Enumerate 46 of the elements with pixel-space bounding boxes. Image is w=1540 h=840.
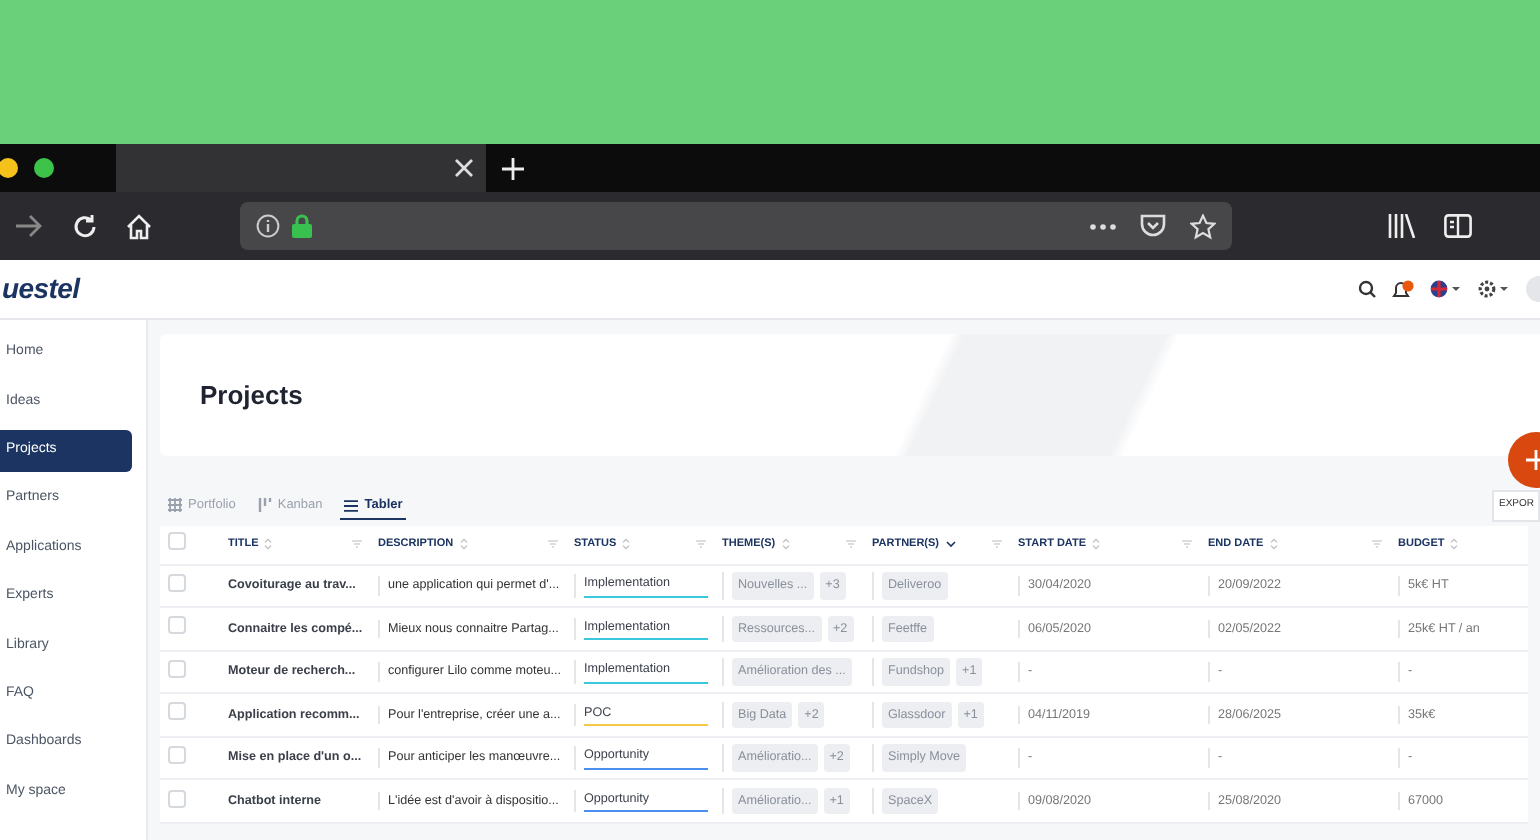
sort-icon[interactable] <box>1269 538 1278 551</box>
minimize-window-icon[interactable] <box>0 158 18 178</box>
filter-icon[interactable] <box>1182 540 1192 549</box>
sort-icon[interactable] <box>1450 538 1459 551</box>
close-icon[interactable] <box>454 158 474 178</box>
search-icon[interactable] <box>1358 280 1376 298</box>
pocket-icon[interactable] <box>1140 214 1166 238</box>
plus-icon <box>1526 449 1540 470</box>
settings-icon[interactable] <box>1478 280 1510 298</box>
filter-icon[interactable] <box>696 540 706 549</box>
sidebar-icon[interactable] <box>1444 214 1472 238</box>
forward-arrow-icon[interactable] <box>16 214 44 238</box>
list-icon <box>344 499 359 511</box>
kanban-icon <box>257 498 272 512</box>
sort-icon[interactable] <box>781 538 790 551</box>
notification-bell-icon[interactable] <box>1392 279 1414 299</box>
maximize-window-icon[interactable] <box>34 158 54 178</box>
reload-icon[interactable] <box>72 213 98 239</box>
library-icon[interactable] <box>1388 214 1416 238</box>
lock-icon <box>292 214 312 238</box>
select-all-checkbox[interactable] <box>168 532 186 551</box>
filter-icon[interactable] <box>352 540 362 549</box>
row-checkbox[interactable] <box>168 789 186 808</box>
sort-icon[interactable] <box>622 538 631 551</box>
chevron-down-icon[interactable] <box>945 540 956 549</box>
filter-icon[interactable] <box>1372 540 1382 549</box>
info-icon[interactable] <box>256 214 280 238</box>
grid-icon <box>168 498 182 512</box>
language-flag-icon[interactable] <box>1430 280 1462 298</box>
logo[interactable]: uestel <box>2 268 80 310</box>
row-checkbox[interactable] <box>168 659 186 678</box>
row-checkbox[interactable] <box>168 702 186 721</box>
sort-icon[interactable] <box>1092 538 1101 551</box>
sort-icon[interactable] <box>264 538 273 551</box>
more-dots-icon[interactable] <box>1090 223 1116 229</box>
home-icon[interactable] <box>126 213 152 239</box>
star-icon[interactable] <box>1190 213 1216 239</box>
sort-icon[interactable] <box>459 538 468 551</box>
filter-icon[interactable] <box>846 540 856 549</box>
new-tab-plus-icon[interactable] <box>502 157 524 179</box>
row-checkbox[interactable] <box>168 573 186 592</box>
row-checkbox[interactable] <box>168 745 186 764</box>
page-title: Projects <box>160 334 1540 456</box>
row-checkbox[interactable] <box>168 616 186 635</box>
filter-icon[interactable] <box>992 540 1002 549</box>
filter-icon[interactable] <box>548 540 558 549</box>
